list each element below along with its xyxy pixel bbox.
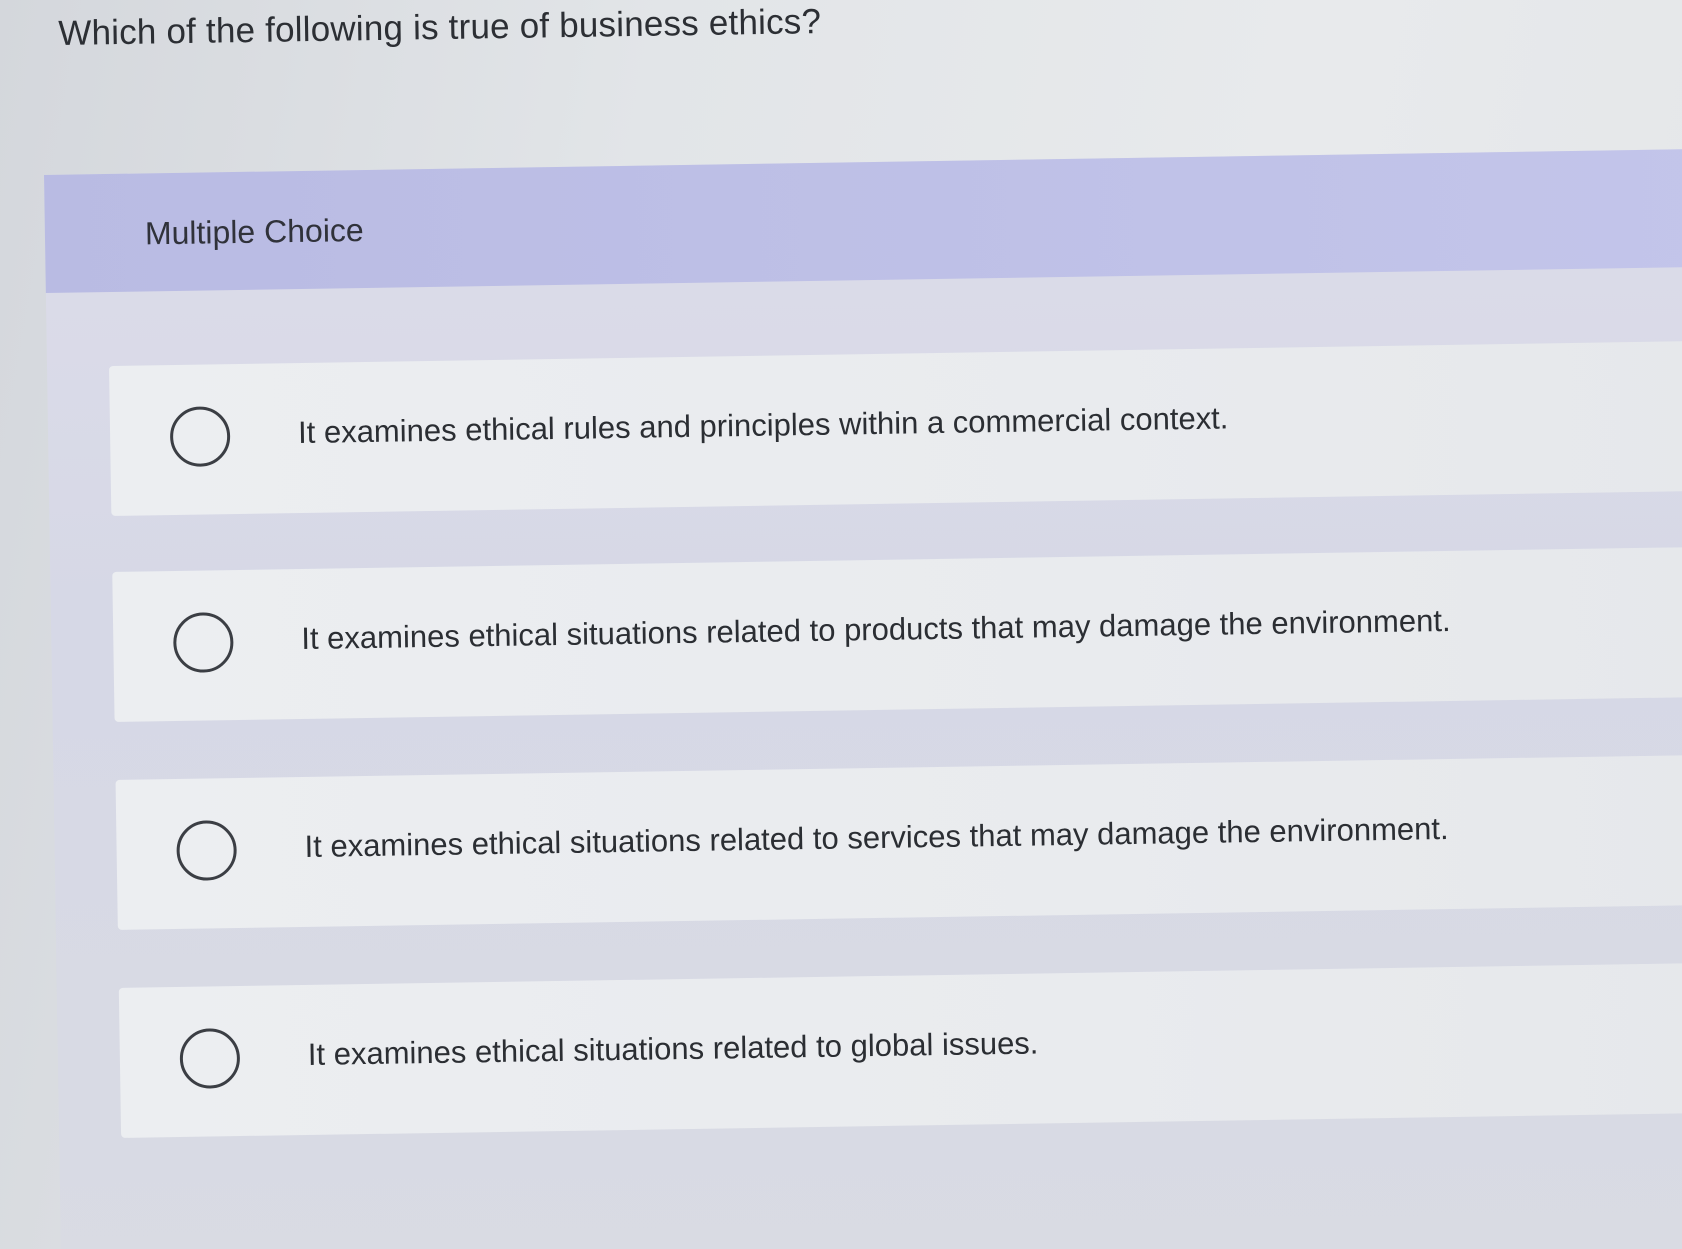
- answer-option-text: It examines ethical situations related t…: [301, 602, 1451, 657]
- answer-option-text: It examines ethical situations related t…: [307, 1025, 1039, 1072]
- answer-option-text: It examines ethical situations related t…: [304, 811, 1449, 864]
- answer-option-3[interactable]: It examines ethical situations related t…: [115, 754, 1682, 930]
- radio-button[interactable]: [169, 406, 231, 468]
- answer-option-2[interactable]: It examines ethical situations related t…: [112, 546, 1682, 722]
- question-text: Which of the following is true of busine…: [58, 2, 822, 53]
- multiple-choice-label: Multiple Choice: [144, 211, 364, 252]
- answer-option-4[interactable]: It examines ethical situations related t…: [118, 962, 1682, 1138]
- quiz-page: Which of the following is true of busine…: [0, 0, 1682, 1249]
- radio-button[interactable]: [176, 820, 238, 881]
- radio-button[interactable]: [172, 612, 234, 674]
- radio-button[interactable]: [179, 1028, 241, 1089]
- answer-option-text: It examines ethical rules and principles…: [297, 400, 1229, 451]
- multiple-choice-header: Multiple Choice: [44, 148, 1682, 293]
- answer-option-1[interactable]: It examines ethical rules and principles…: [109, 340, 1682, 516]
- multiple-choice-panel: Multiple Choice It examines ethical rule…: [44, 148, 1682, 1249]
